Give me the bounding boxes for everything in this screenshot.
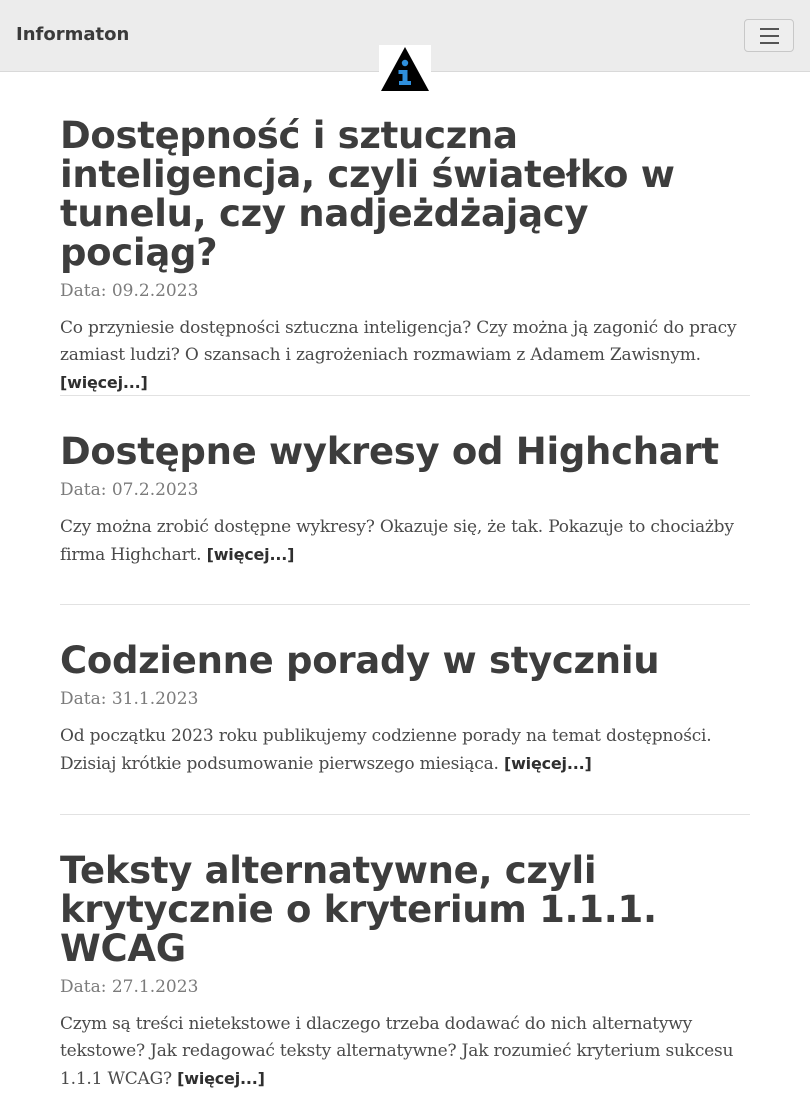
- article-date: Data: 07.2.2023: [60, 480, 199, 500]
- article-card: Dostępność i sztuczna inteligencja, czyl…: [60, 116, 750, 397]
- information-warning-triangle-icon: [381, 47, 429, 91]
- article-card: Codzienne porady w styczniu Data: 31.1.2…: [60, 641, 750, 778]
- site-logo[interactable]: [379, 45, 431, 93]
- menu-toggle-button[interactable]: [744, 19, 794, 52]
- article-excerpt: Co przyniesie dostępności sztuczna intel…: [60, 315, 750, 397]
- read-more-link[interactable]: [więcej...]: [60, 373, 148, 392]
- read-more-link[interactable]: [więcej...]: [177, 1069, 265, 1088]
- read-more-link[interactable]: [więcej...]: [504, 754, 592, 773]
- article-title[interactable]: Dostępne wykresy od Highchart: [60, 432, 750, 471]
- site-brand-link[interactable]: Informaton: [16, 24, 129, 45]
- article-date: Data: 27.1.2023: [60, 977, 199, 997]
- article-divider: [60, 604, 750, 605]
- article-date: Data: 31.1.2023: [60, 689, 199, 709]
- article-title[interactable]: Teksty alternatywne, czyli krytycznie o …: [60, 851, 750, 968]
- article-excerpt-text: Od początku 2023 roku publikujemy codzie…: [60, 726, 712, 774]
- read-more-link[interactable]: [więcej...]: [207, 545, 295, 564]
- article-divider: [60, 395, 750, 396]
- article-excerpt: Od początku 2023 roku publikujemy codzie…: [60, 723, 750, 778]
- article-date: Data: 09.2.2023: [60, 281, 199, 301]
- article-excerpt-text: Czym są treści nietekstowe i dlaczego tr…: [60, 1014, 734, 1089]
- article-card: Teksty alternatywne, czyli krytycznie o …: [60, 851, 750, 1093]
- article-title[interactable]: Dostępność i sztuczna inteligencja, czyl…: [60, 116, 750, 272]
- article-divider: [60, 814, 750, 815]
- article-excerpt: Czy można zrobić dostępne wykresy? Okazu…: [60, 514, 750, 569]
- article-excerpt-text: Co przyniesie dostępności sztuczna intel…: [60, 318, 737, 365]
- article-title[interactable]: Codzienne porady w styczniu: [60, 641, 750, 680]
- article-card: Dostępne wykresy od Highchart Data: 07.2…: [60, 432, 750, 569]
- article-excerpt: Czym są treści nietekstowe i dlaczego tr…: [60, 1011, 750, 1093]
- article-excerpt-text: Czy można zrobić dostępne wykresy? Okazu…: [60, 517, 734, 565]
